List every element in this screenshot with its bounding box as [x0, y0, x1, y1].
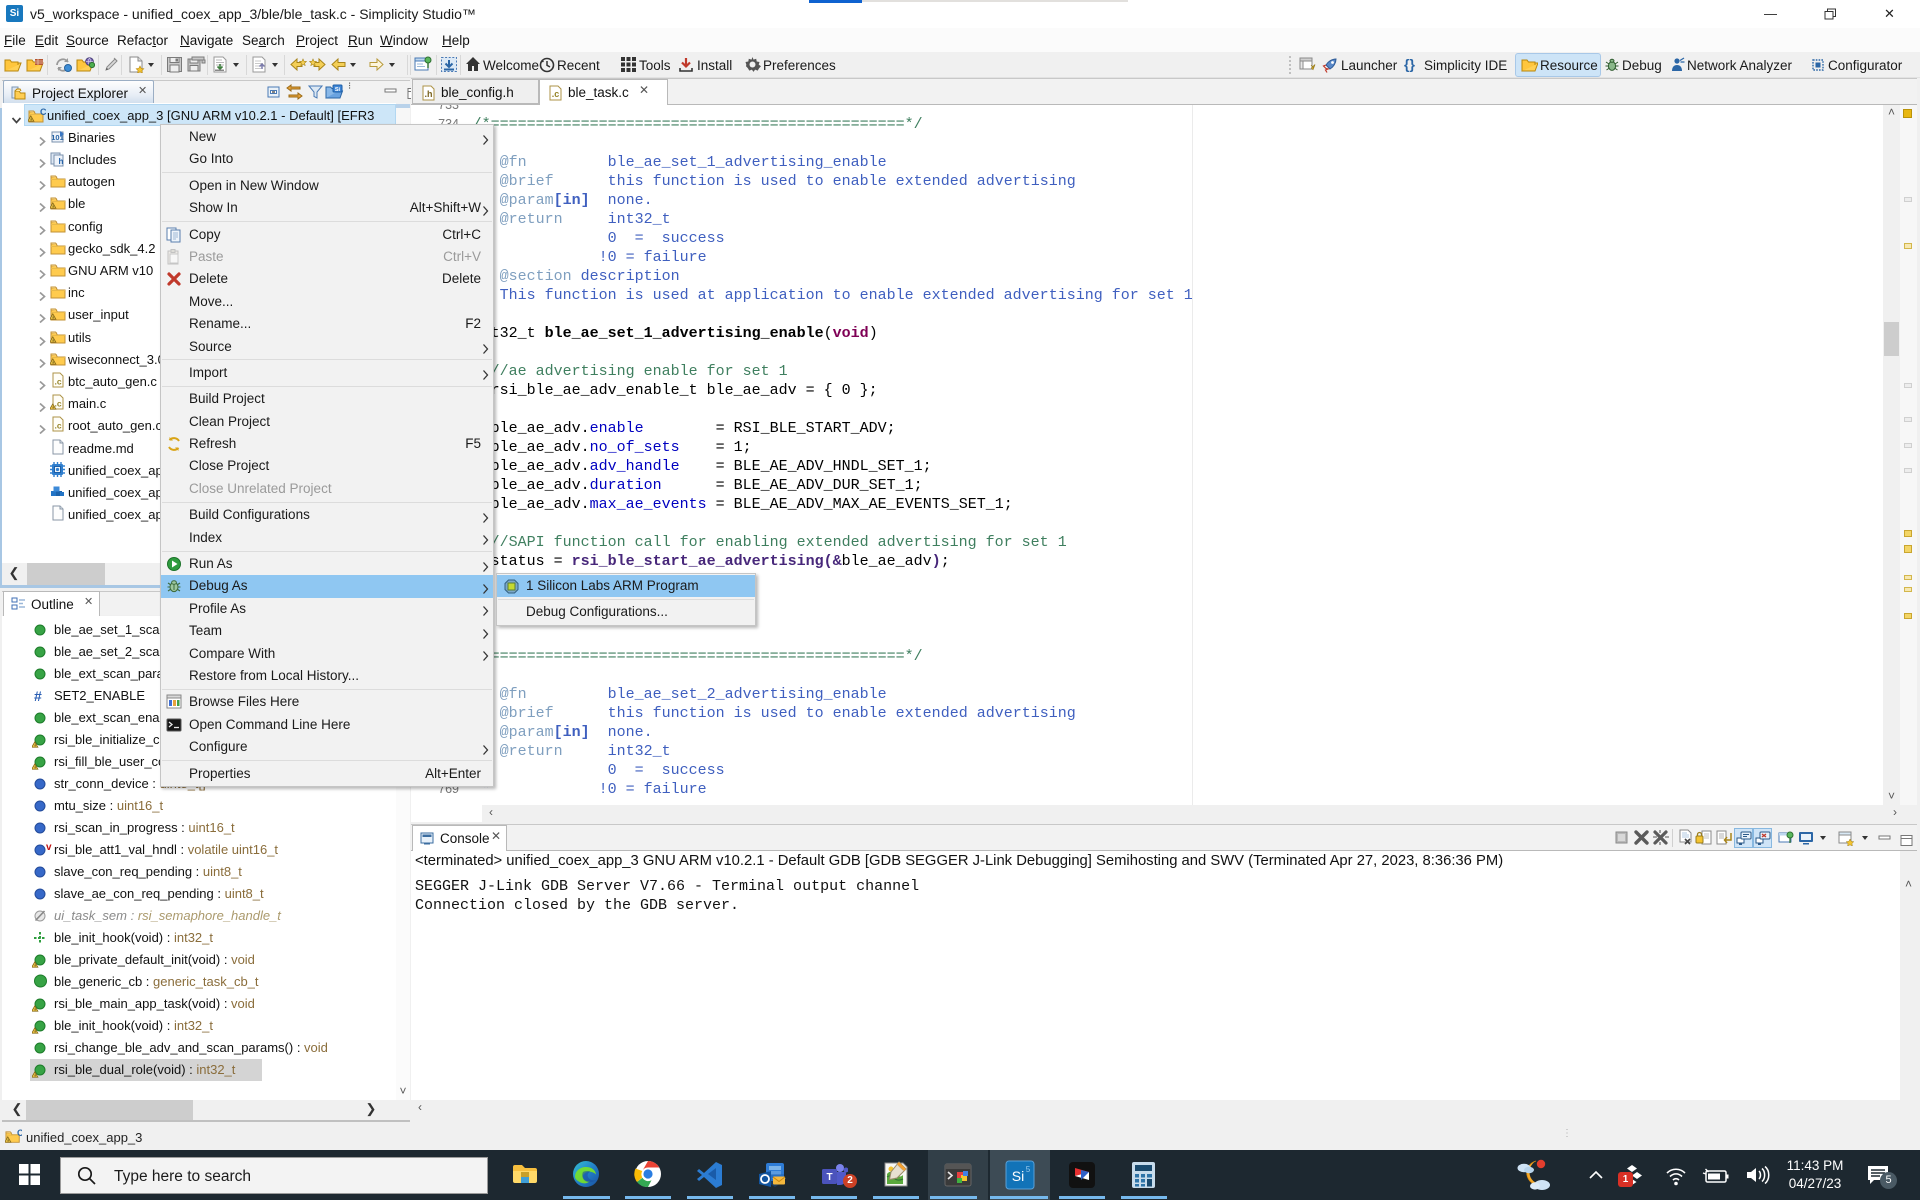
svg-text:C: C	[17, 1129, 22, 1138]
svg-text:T: T	[826, 1172, 832, 1183]
svg-text:C: C	[40, 107, 46, 117]
svg-text:Si: Si	[1012, 1168, 1024, 1184]
svg-text:Si: Si	[335, 87, 341, 93]
svg-text:h: h	[59, 157, 64, 166]
svg-text:5: 5	[1026, 1165, 1031, 1174]
svg-text:.c: .c	[552, 89, 560, 99]
svg-text:.h: .h	[425, 89, 433, 99]
